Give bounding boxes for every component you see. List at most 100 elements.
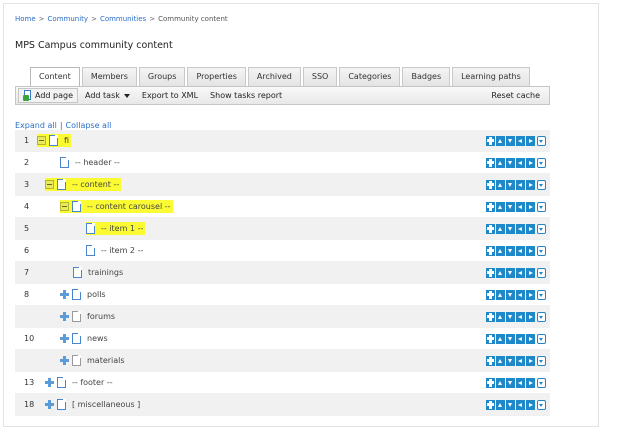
node-label[interactable]: materials [87,356,125,365]
tree-node[interactable]: -- item 2 -- [86,244,143,257]
move-icon[interactable] [486,334,495,344]
node-label[interactable]: -- item 2 -- [101,246,143,255]
tree-row[interactable]: 10 news [15,328,550,350]
tab-badges[interactable]: Badges [402,67,451,86]
tab-learning-paths[interactable]: Learning paths [452,67,530,86]
export-xml-button[interactable]: Export to XML [137,88,203,103]
move-icon[interactable] [486,290,495,300]
menu-dropdown-icon[interactable] [537,400,546,410]
tab-groups[interactable]: Groups [138,67,186,86]
node-label[interactable]: -- content carousel -- [87,202,171,211]
move-left-icon[interactable] [516,312,525,322]
tree-row[interactable]: materials [15,350,550,372]
move-up-icon[interactable] [496,202,505,212]
move-up-icon[interactable] [496,290,505,300]
add-task-dropdown[interactable]: Add task [80,88,135,103]
move-down-icon[interactable] [506,290,515,300]
move-down-icon[interactable] [506,224,515,234]
menu-dropdown-icon[interactable] [537,136,546,146]
menu-dropdown-icon[interactable] [537,378,546,388]
move-up-icon[interactable] [496,378,505,388]
move-right-icon[interactable] [526,400,535,410]
move-left-icon[interactable] [516,290,525,300]
move-down-icon[interactable] [506,334,515,344]
move-left-icon[interactable] [516,268,525,278]
move-down-icon[interactable] [506,268,515,278]
expand-all-link[interactable]: Expand all [15,121,57,130]
move-icon[interactable] [486,158,495,168]
menu-dropdown-icon[interactable] [537,312,546,322]
move-right-icon[interactable] [526,180,535,190]
node-label[interactable]: trainings [88,268,123,277]
move-left-icon[interactable] [516,356,525,366]
menu-dropdown-icon[interactable] [537,268,546,278]
tree-row[interactable]: 4 -- content carousel -- [15,196,550,218]
move-up-icon[interactable] [496,180,505,190]
move-left-icon[interactable] [516,378,525,388]
node-label[interactable]: polls [87,290,106,299]
move-up-icon[interactable] [496,312,505,322]
collapse-icon[interactable] [37,136,46,145]
move-down-icon[interactable] [506,158,515,168]
move-icon[interactable] [486,136,495,146]
breadcrumb-home[interactable]: Home [15,15,36,23]
tree-row[interactable]: 8 polls [15,284,550,306]
move-right-icon[interactable] [526,202,535,212]
menu-dropdown-icon[interactable] [537,224,546,234]
move-left-icon[interactable] [516,400,525,410]
tree-node[interactable]: forums [60,310,115,323]
tree-node[interactable]: -- content -- [45,178,122,191]
move-down-icon[interactable] [506,312,515,322]
menu-dropdown-icon[interactable] [537,290,546,300]
move-icon[interactable] [486,224,495,234]
move-right-icon[interactable] [526,224,535,234]
move-icon[interactable] [486,356,495,366]
move-icon[interactable] [486,202,495,212]
node-label[interactable]: forums [87,312,115,321]
tab-content[interactable]: Content [30,67,80,87]
menu-dropdown-icon[interactable] [537,158,546,168]
move-left-icon[interactable] [516,158,525,168]
move-left-icon[interactable] [516,202,525,212]
breadcrumb-communities[interactable]: Communities [100,15,146,23]
tree-row[interactable]: 2 -- header -- [15,152,550,174]
move-left-icon[interactable] [516,136,525,146]
expand-icon[interactable] [60,312,69,321]
move-right-icon[interactable] [526,378,535,388]
tree-node[interactable]: fi [37,134,72,147]
reset-cache-button[interactable]: Reset cache [486,88,545,103]
move-up-icon[interactable] [496,356,505,366]
expand-icon[interactable] [45,378,54,387]
expand-icon[interactable] [45,400,54,409]
tab-members[interactable]: Members [81,67,137,86]
move-left-icon[interactable] [516,334,525,344]
move-down-icon[interactable] [506,246,515,256]
move-up-icon[interactable] [496,334,505,344]
move-right-icon[interactable] [526,356,535,366]
collapse-icon[interactable] [45,180,54,189]
node-label[interactable]: fi [64,136,69,145]
node-label[interactable]: -- item 1 -- [101,224,143,233]
move-icon[interactable] [486,180,495,190]
tree-node[interactable]: -- footer -- [45,376,113,389]
move-up-icon[interactable] [496,400,505,410]
expand-icon[interactable] [60,334,69,343]
node-label[interactable]: [ miscellaneous ] [72,400,140,409]
tree-row[interactable]: 13 -- footer -- [15,372,550,394]
move-down-icon[interactable] [506,400,515,410]
tree-row[interactable]: 1 fi [15,130,550,152]
move-right-icon[interactable] [526,246,535,256]
move-left-icon[interactable] [516,224,525,234]
tree-node[interactable]: news [60,332,108,345]
move-icon[interactable] [486,378,495,388]
move-right-icon[interactable] [526,290,535,300]
tree-row[interactable]: 3 -- content -- [15,174,550,196]
show-tasks-report-button[interactable]: Show tasks report [205,88,287,103]
collapse-all-link[interactable]: Collapse all [66,121,112,130]
tab-properties[interactable]: Properties [187,67,246,86]
menu-dropdown-icon[interactable] [537,334,546,344]
move-icon[interactable] [486,400,495,410]
move-up-icon[interactable] [496,158,505,168]
move-right-icon[interactable] [526,334,535,344]
move-up-icon[interactable] [496,246,505,256]
